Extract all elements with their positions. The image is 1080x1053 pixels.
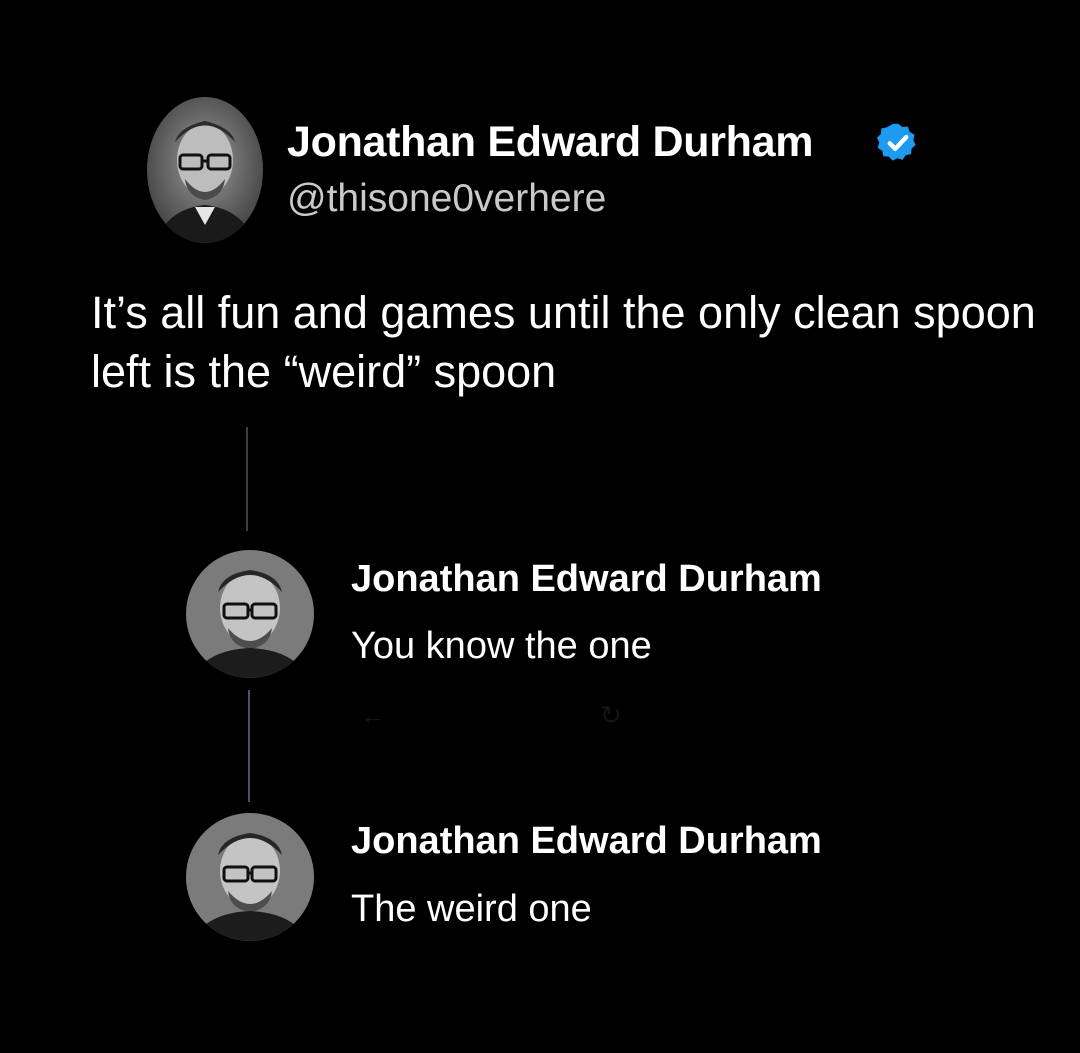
reply-icon[interactable]: ← [360,700,386,730]
retweet-icon[interactable]: ↻ [600,700,622,730]
reply-author-avatar[interactable] [186,550,314,678]
thread-connector-line [246,427,248,531]
thread-connector-line [248,690,250,802]
tweet-text: It’s all fun and games until the only cl… [91,287,1036,397]
reply-text: You know the one [351,625,652,667]
reply-actions-faded: ← ↻ [360,700,920,740]
reply-text: The weird one [351,888,592,930]
author-handle[interactable]: @thisone0verhere [287,177,606,221]
verified-badge-icon [876,123,916,161]
reply-author-avatar-image [186,813,314,941]
author-avatar-image [147,97,263,243]
reply-author-avatar-image [186,550,314,678]
reply-author-avatar[interactable] [186,813,314,941]
reply-author-name[interactable]: Jonathan Edward Durham [351,558,822,601]
author-name[interactable]: Jonathan Edward Durham [287,118,814,167]
reply-author-name[interactable]: Jonathan Edward Durham [351,820,822,863]
author-avatar[interactable] [147,97,263,243]
